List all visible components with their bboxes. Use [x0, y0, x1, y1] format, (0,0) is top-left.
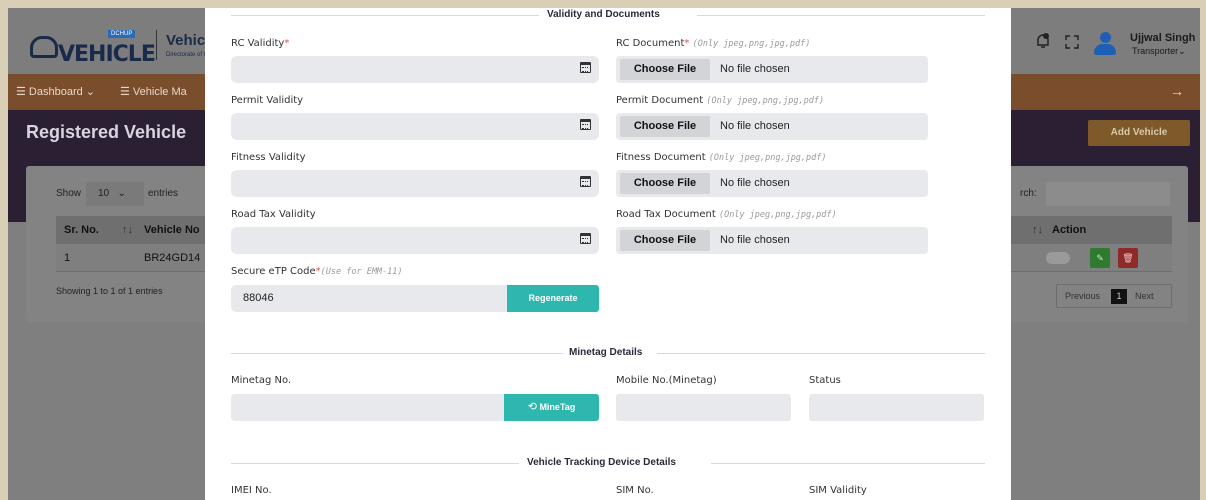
etp-code-input[interactable]: 88046 — [231, 285, 507, 312]
section-minetag-title: Minetag Details — [569, 347, 643, 358]
user-name[interactable]: Ujjwal Singh — [1130, 32, 1195, 44]
refresh-icon: ⟲ — [527, 401, 537, 413]
file-status: No file chosen — [720, 234, 790, 246]
fitness-document-label: Fitness Document (Only jpeg,png,jpg,pdf) — [616, 152, 827, 163]
edit-icon[interactable]: ✎ — [1090, 248, 1110, 268]
fitness-validity-input[interactable] — [231, 170, 599, 197]
minetag-no-input[interactable] — [231, 394, 505, 421]
etp-code-label: Secure eTP Code*(Use for EMM-11) — [231, 266, 403, 277]
status-toggle[interactable] — [1046, 252, 1070, 264]
fitness-validity-label: Fitness Validity — [231, 152, 306, 163]
logo-text: VEHICLE — [58, 42, 156, 67]
calendar-icon[interactable] — [580, 119, 591, 130]
fitness-document-input[interactable]: Choose File No file chosen — [616, 170, 928, 197]
search-label: rch: — [1020, 188, 1037, 199]
status-label: Status — [809, 375, 841, 386]
sort-icon: ↑↓ — [1032, 224, 1043, 236]
pagination-current[interactable]: 1 — [1111, 289, 1127, 304]
entries-select[interactable]: 10 ⌄ — [86, 182, 144, 206]
search-input[interactable] — [1046, 182, 1170, 206]
expand-icon[interactable] — [1064, 34, 1082, 52]
show-label: Show — [56, 188, 82, 199]
choose-file-button[interactable]: Choose File — [620, 173, 710, 194]
th-vehicle-no[interactable]: Vehicle No — [144, 224, 200, 236]
nav-dashboard[interactable]: ☰ Dashboard ⌄ — [16, 85, 95, 98]
permit-validity-input[interactable] — [231, 113, 599, 140]
minetag-no-label: Minetag No. — [231, 375, 292, 386]
roadtax-validity-label: Road Tax Validity — [231, 209, 316, 220]
logo-badge: DCHUP — [108, 30, 136, 38]
brand-divider — [156, 30, 157, 60]
cell-sr-no: 1 — [64, 252, 71, 264]
sort-icon: ↑↓ — [122, 224, 133, 236]
roadtax-validity-input[interactable] — [231, 227, 599, 254]
permit-document-input[interactable]: Choose File No file chosen — [616, 113, 928, 140]
app-logo: DCHUP VEHICLE — [22, 22, 156, 67]
roadtax-document-label: Road Tax Document (Only jpeg,png,jpg,pdf… — [616, 209, 837, 220]
calendar-icon[interactable] — [580, 233, 591, 244]
rc-validity-input[interactable] — [231, 56, 599, 83]
file-status: No file chosen — [720, 120, 790, 132]
sim-no-label: SIM No. — [616, 485, 654, 496]
pagination: Previous 1 Next — [1056, 284, 1172, 308]
nav-vehicle-management[interactable]: ☰ Vehicle Ma — [120, 85, 187, 98]
user-icon[interactable] — [1092, 30, 1118, 56]
etp-code-value: 88046 — [243, 292, 274, 304]
rc-document-label: RC Document* (Only jpeg,png,jpg,pdf) — [616, 38, 811, 49]
delete-icon[interactable]: 🗑 — [1118, 248, 1138, 268]
mobile-minetag-label: Mobile No.(Minetag) — [616, 375, 717, 386]
choose-file-button[interactable]: Choose File — [620, 59, 710, 80]
permit-document-label: Permit Document (Only jpeg,png,jpg,pdf) — [616, 95, 825, 106]
section-validity-header: Validity and Documents — [231, 9, 985, 22]
calendar-icon[interactable] — [580, 62, 591, 73]
regenerate-button[interactable]: Regenerate — [507, 285, 599, 312]
roadtax-document-input[interactable]: Choose File No file chosen — [616, 227, 928, 254]
file-status: No file chosen — [720, 63, 790, 75]
file-status: No file chosen — [720, 177, 790, 189]
pagination-next[interactable]: Next — [1135, 291, 1154, 301]
pagination-previous[interactable]: Previous — [1065, 291, 1100, 301]
choose-file-button[interactable]: Choose File — [620, 116, 710, 137]
permit-validity-label: Permit Validity — [231, 95, 304, 106]
sim-validity-label: SIM Validity — [809, 485, 867, 496]
section-minetag-header: Minetag Details — [231, 347, 985, 360]
cell-vehicle-no: BR24GD14 — [144, 252, 201, 264]
entries-label: entries — [148, 188, 179, 199]
minetag-button[interactable]: ⟲ MineTag — [504, 394, 599, 421]
calendar-icon[interactable] — [580, 176, 591, 187]
bell-icon[interactable] — [1034, 32, 1052, 50]
choose-file-button[interactable]: Choose File — [620, 230, 710, 251]
rc-validity-label: RC Validity* — [231, 38, 290, 49]
rc-document-input[interactable]: Choose File No file chosen — [616, 56, 928, 83]
imei-label: IMEI No. — [231, 485, 272, 496]
nav-arrow-icon[interactable]: → — [1170, 83, 1184, 99]
user-role[interactable]: Transporter⌄ — [1132, 46, 1186, 57]
table-info: Showing 1 to 1 of 1 entries — [56, 286, 163, 296]
section-tracking-title: Vehicle Tracking Device Details — [527, 457, 676, 468]
status-input[interactable] — [809, 394, 984, 421]
mobile-minetag-input[interactable] — [616, 394, 791, 421]
th-sr-no[interactable]: Sr. No. — [64, 224, 99, 236]
section-tracking-header: Vehicle Tracking Device Details — [231, 457, 985, 470]
add-vehicle-button[interactable]: Add Vehicle — [1088, 120, 1190, 146]
section-validity-title: Validity and Documents — [547, 9, 660, 20]
car-logo-icon — [30, 36, 58, 58]
vehicle-modal: Validity and Documents RC Validity* RC D… — [205, 8, 1011, 500]
page-title: Registered Vehicle — [26, 122, 187, 142]
th-action: Action — [1052, 224, 1087, 236]
